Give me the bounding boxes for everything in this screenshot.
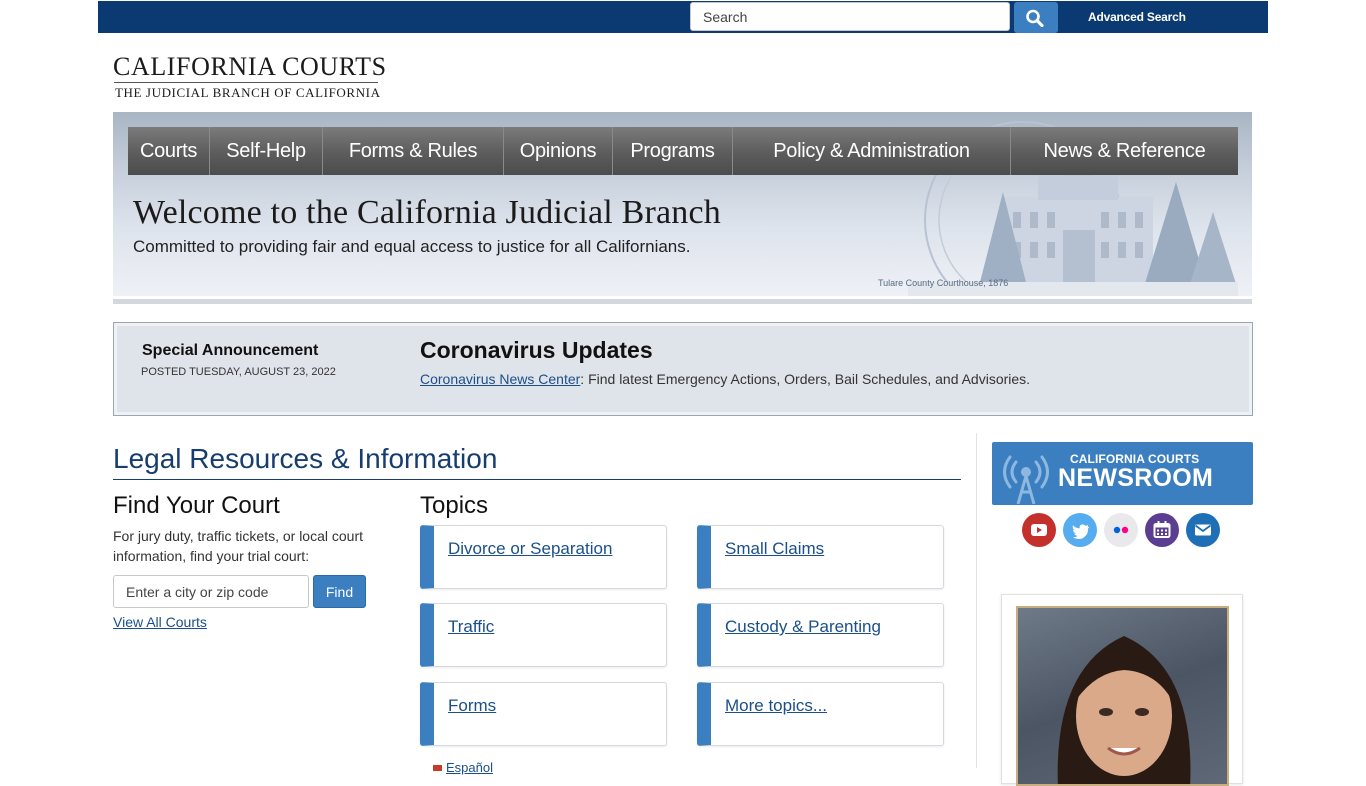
view-all-courts-link[interactable]: View All Courts — [113, 614, 207, 630]
calendar-icon — [1153, 521, 1171, 538]
topic-custody-parenting-link[interactable]: Custody & Parenting — [725, 617, 881, 637]
nav-opinions[interactable]: Opinions — [504, 127, 613, 175]
announcement-label: Special Announcement — [142, 342, 319, 359]
portrait-illustration — [1057, 636, 1191, 784]
hero-title: Welcome to the California Judicial Branc… — [133, 194, 721, 231]
nav-forms-rules[interactable]: Forms & Rules — [323, 127, 504, 175]
announcement-title: Coronavirus Updates — [420, 337, 653, 363]
nav-policy-administration[interactable]: Policy & Administration — [733, 127, 1011, 175]
topic-traffic-link[interactable]: Traffic — [448, 617, 494, 637]
chief-justice-portrait — [1016, 606, 1229, 786]
announcement-date: POSTED TUESDAY, AUGUST 23, 2022 — [141, 366, 336, 378]
chief-justice-portrait-card[interactable] — [1001, 594, 1243, 786]
logo-title: CALIFORNIA COURTS — [113, 52, 387, 81]
topic-card[interactable]: More topics... — [697, 682, 944, 746]
nav-news-reference[interactable]: News & Reference — [1011, 127, 1238, 175]
coronavirus-news-center-link[interactable]: Coronavirus News Center — [420, 371, 580, 387]
special-announcement: Special Announcement POSTED TUESDAY, AUG… — [113, 322, 1253, 416]
newsroom-banner[interactable]: CALIFORNIA COURTS NEWSROOM — [992, 442, 1253, 505]
page: Advanced Search CALIFORNIA COURTS THE JU… — [98, 0, 1268, 786]
youtube-button[interactable] — [1022, 513, 1056, 547]
youtube-icon — [1031, 524, 1047, 536]
search-button[interactable] — [1014, 2, 1058, 33]
find-your-court-heading: Find Your Court — [113, 492, 280, 519]
topic-card[interactable]: Divorce or Separation — [420, 525, 667, 589]
topic-small-claims-link[interactable]: Small Claims — [725, 539, 824, 559]
topic-forms-link[interactable]: Forms — [448, 696, 496, 716]
hero-banner: Courts Self-Help Forms & Rules Opinions … — [113, 112, 1252, 296]
topic-card[interactable]: Traffic — [420, 603, 667, 667]
newsroom-label-large: NEWSROOM — [1058, 464, 1214, 492]
hero-subtitle: Committed to providing fair and equal ac… — [133, 237, 691, 256]
announcement-body: Coronavirus News Center: Find latest Eme… — [420, 371, 1030, 387]
twitter-button[interactable] — [1063, 513, 1097, 547]
nav-self-help[interactable]: Self-Help — [210, 127, 323, 175]
search-input[interactable] — [690, 2, 1010, 31]
court-location-input[interactable] — [113, 575, 309, 608]
calendar-button[interactable] — [1145, 513, 1179, 547]
nav-programs[interactable]: Programs — [613, 127, 733, 175]
topics-heading: Topics — [420, 492, 489, 519]
hero-caption: Tulare County Courthouse, 1876 — [878, 278, 1009, 288]
topic-card[interactable]: Small Claims — [697, 525, 944, 589]
spanish-flag-icon — [433, 765, 442, 771]
hero-divider — [113, 299, 1252, 304]
broadcast-tower-icon — [1003, 455, 1049, 504]
legal-resources-rule — [113, 479, 961, 480]
logo-subtitle: THE JUDICIAL BRANCH OF CALIFORNIA — [115, 85, 381, 100]
email-icon — [1194, 524, 1212, 536]
find-your-court-description: For jury duty, traffic tickets, or local… — [113, 528, 364, 564]
topic-card[interactable]: Forms — [420, 682, 667, 746]
flickr-icon — [1113, 526, 1129, 534]
twitter-icon — [1072, 524, 1090, 540]
topic-card[interactable]: Custody & Parenting — [697, 603, 944, 667]
top-bar: Advanced Search — [98, 1, 1268, 33]
topic-divorce-separation-link[interactable]: Divorce or Separation — [448, 539, 612, 559]
flickr-button[interactable] — [1104, 513, 1138, 547]
announcement-body-text: : Find latest Emergency Actions, Orders,… — [580, 371, 1031, 387]
topic-more-topics-link[interactable]: More topics... — [725, 696, 827, 716]
nav-courts[interactable]: Courts — [128, 127, 210, 175]
find-court-button[interactable]: Find — [313, 575, 366, 608]
email-button[interactable] — [1186, 513, 1220, 547]
advanced-search-link[interactable]: Advanced Search — [1088, 10, 1186, 24]
search-icon — [1026, 9, 1044, 27]
column-divider — [976, 433, 977, 768]
logo-divider — [114, 82, 378, 83]
legal-resources-heading: Legal Resources & Information — [113, 443, 498, 474]
main-nav: Courts Self-Help Forms & Rules Opinions … — [128, 127, 1238, 175]
